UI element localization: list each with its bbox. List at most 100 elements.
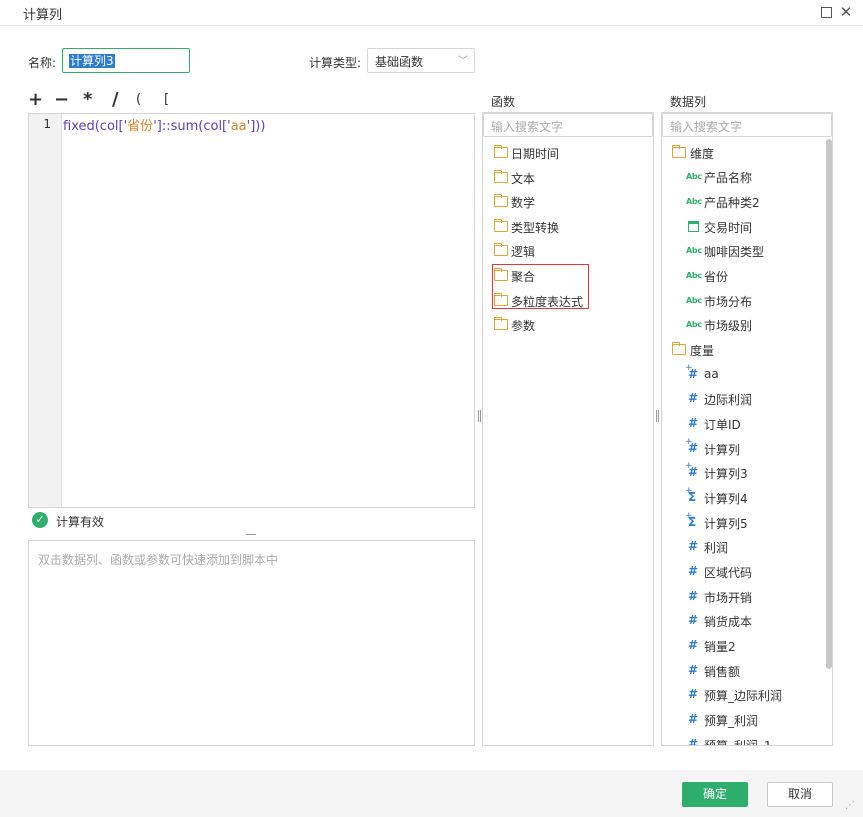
hash-icon: # [688, 465, 699, 479]
function-folder[interactable]: 数学 [483, 192, 653, 212]
functions-list: 日期时间 文本 数学 类型转换 逻辑 聚合 多粒度表达式 参数 [483, 139, 653, 745]
function-folder-label: 文本 [511, 172, 536, 186]
measure-label: 预算_利润 [704, 714, 759, 728]
measure-item[interactable]: # 区域代码 [662, 562, 832, 582]
cancel-button[interactable]: 取消 [767, 782, 833, 807]
dialog-title: 计算列 [23, 8, 63, 23]
hash-icon: # [688, 663, 699, 677]
hash-icon: # [688, 613, 699, 627]
function-folder[interactable]: 类型转换 [483, 217, 653, 237]
folder-icon [494, 243, 508, 256]
code-prefix: fixed(col[' [63, 119, 128, 134]
check-circle-icon: ✓ [32, 512, 48, 528]
hash-icon: # [688, 539, 699, 553]
dimension-label: 交易时间 [704, 221, 753, 235]
measure-item[interactable]: # 销货成本 [662, 611, 832, 631]
code-string: 省份 [127, 119, 154, 134]
calc-type-select[interactable]: 基础函数 ﹀ [367, 48, 475, 73]
measure-item[interactable]: # 预算_利润_1 [662, 735, 832, 746]
hash-icon: # [688, 416, 699, 430]
dimension-item[interactable]: 交易时间 [662, 217, 832, 237]
dimension-item[interactable]: Abc 产品名称 [662, 167, 832, 187]
subtract-operator-button[interactable]: − [54, 90, 69, 110]
function-folder-label: 参数 [511, 319, 536, 333]
measure-item[interactable]: + # 计算列3 [662, 461, 832, 483]
hash-icon: # [688, 638, 699, 652]
measure-item[interactable]: # 预算_边际利润 [662, 685, 832, 705]
measure-label: 预算_边际利润 [704, 689, 783, 703]
resize-grip-icon[interactable]: ⋰ [845, 800, 855, 811]
maximize-icon[interactable] [819, 5, 833, 19]
hash-icon: # [688, 737, 699, 746]
sigma-icon: Σ [688, 515, 697, 529]
folder-icon [494, 219, 508, 232]
dimension-label: 省份 [704, 270, 729, 284]
measure-label: 市场开销 [704, 591, 753, 605]
dimension-item[interactable]: Abc 市场级别 [662, 315, 832, 335]
dimension-item[interactable]: Abc 省份 [662, 266, 832, 286]
measure-label: 边际利润 [704, 393, 753, 407]
folder-icon [494, 317, 508, 330]
measure-label: 利润 [704, 541, 729, 555]
measure-label: 销量2 [704, 640, 736, 654]
folder-icon [494, 170, 508, 183]
functions-search-input[interactable]: 输入搜索文字 [483, 113, 653, 137]
measure-item[interactable]: # 销售额 [662, 661, 832, 681]
measure-label: 计算列5 [704, 517, 748, 531]
measure-group[interactable]: 度量 [662, 340, 832, 360]
measure-item[interactable]: + Σ 计算列4 [662, 486, 832, 508]
folder-icon [672, 342, 686, 355]
add-operator-button[interactable]: + [28, 90, 43, 110]
measure-label: 区域代码 [704, 566, 753, 580]
measure-item[interactable]: # 市场开销 [662, 587, 832, 607]
code-middle: ']::sum(col[' [153, 119, 231, 134]
type-label: 计算类型: [309, 56, 362, 70]
calendar-icon [688, 221, 699, 232]
close-icon[interactable]: ✕ [839, 5, 853, 20]
formula-editor[interactable]: 1 fixed(col['省份']::sum(col['aa'])) [28, 113, 475, 508]
function-folder[interactable]: 文本 [483, 168, 653, 188]
measure-item[interactable]: # 预算_利润 [662, 710, 832, 730]
measure-item[interactable]: + Σ 计算列5 [662, 511, 832, 533]
description-placeholder: 双击数据列、函数或参数可快速添加到脚本中 [38, 553, 279, 567]
name-value: 计算列3 [69, 54, 115, 68]
measure-label: 计算列 [704, 443, 741, 457]
function-folder-label: 数学 [511, 196, 536, 210]
panel-resize-handle[interactable] [246, 534, 256, 536]
abc-icon: Abc [686, 246, 702, 255]
function-folder[interactable]: 日期时间 [483, 143, 653, 163]
columns-title: 数据列 [670, 95, 707, 109]
dimension-item[interactable]: Abc 市场分布 [662, 291, 832, 311]
columns-scrollbar[interactable] [826, 139, 832, 669]
panel-splitter[interactable] [478, 410, 481, 422]
measure-label: 计算列4 [704, 492, 748, 506]
dimension-item[interactable]: Abc 咖啡因类型 [662, 241, 832, 261]
measure-label: aa [704, 367, 719, 381]
measure-item[interactable]: # 销量2 [662, 636, 832, 656]
dimension-group-label: 维度 [690, 147, 715, 161]
measure-item[interactable]: # 订单ID [662, 414, 832, 434]
columns-search-input[interactable]: 输入搜索文字 [662, 113, 832, 137]
measure-item[interactable]: # 边际利润 [662, 389, 832, 409]
measure-item[interactable]: + # aa [662, 363, 832, 385]
line-gutter: 1 [29, 114, 62, 507]
function-folder[interactable]: 参数 [483, 315, 653, 335]
ok-button[interactable]: 确定 [682, 782, 748, 807]
multiply-operator-button[interactable]: * [83, 90, 92, 110]
description-box: 双击数据列、函数或参数可快速添加到脚本中 [28, 540, 475, 746]
dimension-group[interactable]: 维度 [662, 143, 832, 163]
functions-title: 函数 [491, 95, 516, 109]
measure-label: 订单ID [704, 418, 741, 432]
folder-icon [494, 145, 508, 158]
hash-icon: # [688, 391, 699, 405]
abc-icon: Abc [686, 271, 702, 280]
hash-icon: # [688, 441, 699, 455]
panel-splitter[interactable] [656, 410, 659, 422]
name-label: 名称: [28, 56, 57, 70]
dimension-item[interactable]: Abc 产品种类2 [662, 192, 832, 212]
name-input[interactable]: 计算列3 [62, 48, 190, 73]
measure-item[interactable]: + # 计算列 [662, 437, 832, 459]
measure-item[interactable]: # 利润 [662, 537, 832, 557]
divide-operator-button[interactable]: / [112, 90, 119, 110]
function-folder[interactable]: 逻辑 [483, 241, 653, 261]
